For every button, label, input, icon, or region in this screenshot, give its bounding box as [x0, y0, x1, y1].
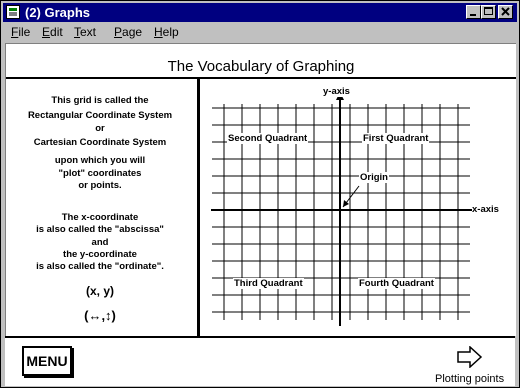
menu-help[interactable]: Help [154, 25, 179, 39]
coordinate-grid [211, 92, 480, 326]
menu-text[interactable]: Text [74, 25, 96, 39]
y-axis-label: y-axis [323, 86, 350, 97]
menu-page[interactable]: Page [114, 25, 142, 39]
second-quadrant-label: Second Quadrant [227, 133, 309, 144]
first-quadrant-label: First Quadrant [362, 133, 430, 144]
fourth-quadrant-label: Fourth Quadrant [358, 278, 435, 289]
title-bar[interactable]: (2) Graphs [3, 3, 517, 22]
menu-button[interactable]: MENU [22, 346, 72, 376]
page-content: The Vocabulary of Graphing This grid is … [5, 43, 516, 336]
next-page-link[interactable]: Plotting points [435, 373, 504, 385]
origin-label: Origin [359, 172, 389, 183]
third-quadrant-label: Third Quadrant [233, 278, 304, 289]
app-icon[interactable] [6, 5, 20, 19]
menu-edit[interactable]: Edit [42, 25, 63, 39]
app-window: (2) Graphs File Edit Text Page Help The … [0, 0, 520, 388]
window-title: (2) Graphs [25, 5, 91, 20]
menu-bar: File Edit Text Page Help [3, 23, 517, 42]
right-arrow-icon[interactable] [457, 346, 483, 368]
close-icon [501, 7, 510, 16]
maximize-button[interactable] [481, 5, 496, 19]
bottom-bar: MENU Plotting points [5, 336, 515, 386]
menu-file[interactable]: File [11, 25, 30, 39]
minimize-button[interactable] [466, 5, 481, 19]
close-button[interactable] [498, 5, 513, 19]
x-axis-label: x-axis [472, 204, 499, 215]
